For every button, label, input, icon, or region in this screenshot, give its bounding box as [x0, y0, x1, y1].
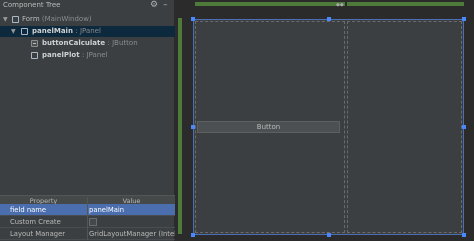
column-divider — [87, 228, 88, 240]
column-divider — [87, 216, 88, 228]
chevron-down-icon[interactable]: ▼ — [11, 28, 16, 35]
component-tree-panel: Component Tree ⚙ – ▼ Form (MainWindow) ▼… — [0, 0, 184, 241]
component-tree-header: Component Tree ⚙ – — [0, 0, 175, 12]
resize-handle[interactable] — [191, 233, 195, 237]
button-calculate[interactable]: Button — [197, 121, 340, 133]
property-row-layout-manager[interactable]: Layout Manager GridLayoutManager (Intell… — [0, 228, 184, 240]
chevron-down-icon[interactable]: ▼ — [3, 16, 8, 23]
tree-node-buttoncalculate[interactable]: buttonCalculate : JButton — [0, 38, 175, 49]
row-header-strip[interactable] — [178, 18, 182, 234]
tree-node-form[interactable]: ▼ Form (MainWindow) — [0, 14, 175, 25]
tree-node-label: Form — [22, 15, 40, 23]
column-marker-icon: ◆◆ — [336, 2, 344, 8]
panel-icon — [31, 52, 38, 59]
resize-handle[interactable] — [191, 17, 195, 21]
tree-node-label: panelMain — [32, 27, 73, 35]
property-table-header: Property Value — [0, 195, 175, 205]
property-value[interactable]: panelMain — [89, 206, 124, 214]
custom-create-checkbox[interactable] — [89, 218, 97, 226]
column-header-strip[interactable] — [195, 2, 345, 6]
tree-node-panelplot[interactable]: panelPlot : JPanel — [0, 50, 175, 61]
property-table: Property Value field name panelMain Cust… — [0, 195, 184, 241]
column-header-strip[interactable] — [347, 2, 464, 6]
property-name: field name — [10, 206, 47, 214]
tree-node-type: : JPanel — [75, 27, 101, 35]
resize-handle[interactable] — [327, 17, 331, 21]
property-row-custom-create[interactable]: Custom Create — [0, 216, 175, 228]
gear-icon[interactable]: ⚙ — [150, 0, 158, 10]
minimize-icon[interactable]: – — [163, 0, 168, 10]
resize-handle[interactable] — [327, 233, 331, 237]
tree-node-type: : JButton — [107, 39, 138, 47]
tree-node-label: panelPlot — [42, 51, 80, 59]
form-icon — [12, 16, 19, 23]
property-value[interactable]: GridLayoutManager (IntelliJ) — [89, 230, 184, 238]
panel-plot-cell[interactable] — [347, 21, 462, 233]
tree-node-label: buttonCalculate — [42, 39, 106, 47]
column-divider — [87, 204, 88, 216]
resize-handle[interactable] — [462, 233, 466, 237]
component-tree-title: Component Tree — [3, 1, 61, 9]
tree-node-type: (MainWindow) — [41, 15, 92, 23]
button-icon — [31, 40, 38, 47]
property-name: Custom Create — [10, 218, 61, 226]
panel-icon — [21, 28, 28, 35]
tree-node-type: : JPanel — [82, 51, 108, 59]
property-row-field-name[interactable]: field name panelMain — [0, 204, 175, 216]
resize-handle[interactable] — [462, 17, 466, 21]
property-name: Layout Manager — [10, 230, 66, 238]
resize-handle[interactable] — [462, 125, 466, 129]
tree-node-panelmain[interactable]: ▼ panelMain : JPanel — [0, 26, 175, 37]
resize-handle[interactable] — [191, 125, 195, 129]
